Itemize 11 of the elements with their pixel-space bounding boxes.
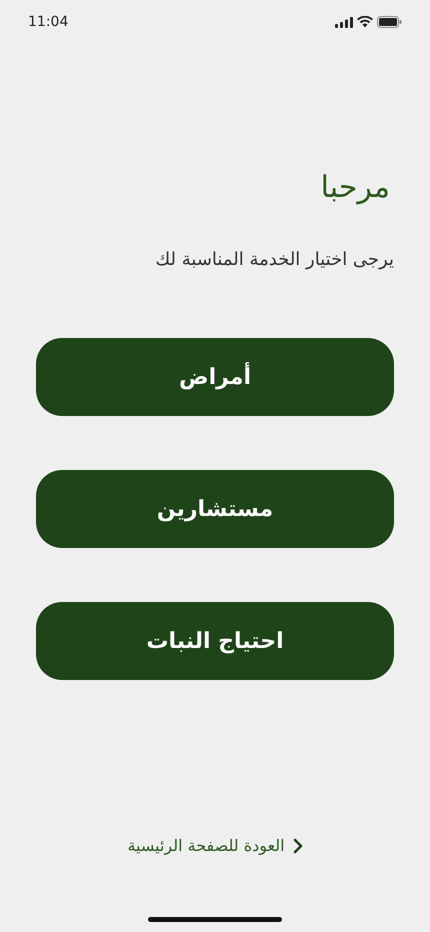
signal-icon	[335, 16, 353, 28]
subtitle: يرجى اختيار الخدمة المناسبة لك	[154, 248, 394, 272]
service-button[interactable]: أمراض	[36, 338, 394, 416]
service-button[interactable]: مستشارين	[36, 470, 394, 548]
status-time: 11:04	[28, 12, 68, 32]
back-home-link[interactable]: العودة للصفحة الرئيسية	[127, 834, 303, 858]
chevron-right-icon	[292, 838, 303, 854]
welcome-title: مرحبا	[320, 170, 391, 206]
service-button[interactable]: احتياج النبات	[36, 602, 394, 680]
wifi-icon	[357, 16, 373, 28]
battery-icon	[377, 16, 402, 28]
